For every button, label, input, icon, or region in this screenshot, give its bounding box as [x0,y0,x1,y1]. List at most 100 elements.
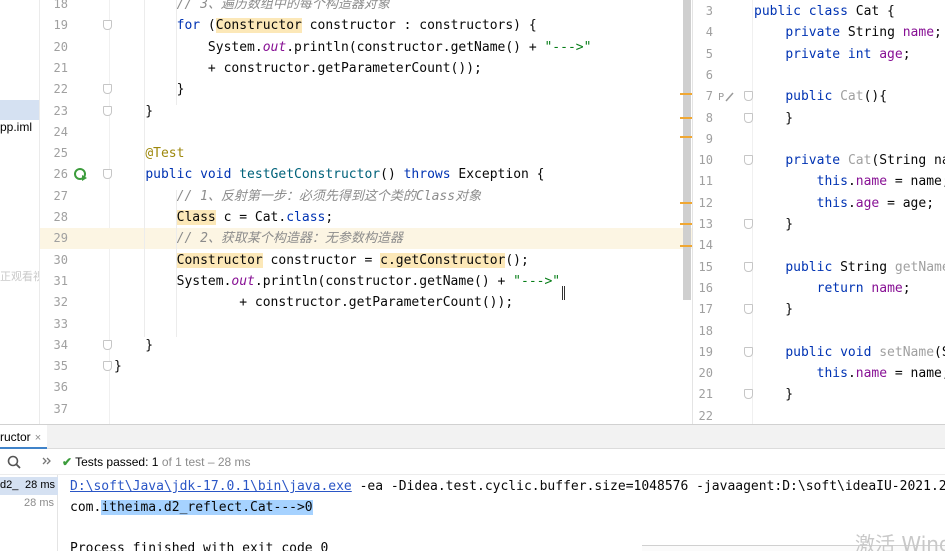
code-text[interactable]: @Test [114,143,184,164]
code-text[interactable]: private int age; [754,44,910,65]
code-line[interactable]: 32 + constructor.getParameterCount()); [40,292,692,313]
code-text[interactable]: + constructor.getParameterCount()); [114,58,482,79]
code-text[interactable]: System.out.println(constructor.getName()… [114,271,561,292]
code-line[interactable]: 29 // 2、获取某个构造器：无参数构造器 [40,228,692,250]
code-text[interactable]: private Cat(String na [754,150,945,171]
code-line[interactable]: 17 } [693,299,945,320]
code-text[interactable]: // 2、获取某个构造器：无参数构造器 [114,228,403,249]
code-line[interactable]: 8 } [693,108,945,129]
code-text[interactable]: } [754,384,793,405]
project-file-label[interactable]: pp.iml [0,120,32,134]
fold-icon[interactable] [103,105,112,116]
code-line[interactable]: 25 @Test [40,143,692,164]
code-text[interactable]: this.name = name; [754,171,945,192]
code-text[interactable]: return name; [754,278,911,299]
fold-icon[interactable] [744,261,753,272]
console-exit-line: Process finished with exit code 0 [70,541,329,551]
code-text[interactable]: + constructor.getParameterCount()); [114,292,513,313]
console-line: D:\soft\Java\jdk-17.0.1\bin\java.exe -ea… [70,476,945,497]
code-line[interactable]: 33 [40,314,692,335]
code-line[interactable]: 26 public void testGetConstructor() thro… [40,164,692,185]
fold-icon[interactable] [744,112,753,123]
code-text[interactable]: for (Constructor constructor : construct… [114,15,537,36]
fold-icon[interactable] [744,155,753,166]
code-text[interactable]: System.out.println(constructor.getName()… [114,37,592,58]
code-text[interactable]: this.age = age; [754,193,934,214]
code-line[interactable]: 15 public String getName [693,257,945,278]
code-line[interactable]: 19 public void setName(S [693,342,945,363]
code-line[interactable]: 19 for (Constructor constructor : constr… [40,15,692,36]
code-line[interactable]: 35} [40,356,692,377]
line-number: 27 [53,188,68,203]
code-line[interactable]: 11 this.name = name; [693,171,945,192]
code-line[interactable]: 10 private Cat(String na [693,150,945,171]
code-text[interactable]: // 1、反射第一步：必须先得到这个类的Class对象 [114,186,481,207]
code-line[interactable]: 13 } [693,214,945,235]
code-line[interactable]: 34 } [40,335,692,356]
fold-icon[interactable] [103,169,112,180]
run-tab[interactable]: ructor × [0,425,48,449]
fold-icon[interactable] [103,361,112,372]
search-icon[interactable] [6,454,22,470]
code-text[interactable]: } [114,101,153,122]
code-text[interactable]: } [114,335,153,356]
code-text[interactable]: public String getName [754,257,945,278]
code-text[interactable]: public class Cat { [754,1,895,22]
code-line[interactable]: 20 this.name = name; [693,363,945,384]
code-text[interactable]: private String name; [754,22,942,43]
code-line[interactable]: 18 // 3、遍历数组中的每个构造器对象 [40,0,692,15]
fold-icon[interactable] [103,20,112,31]
code-text[interactable]: } [114,79,185,100]
code-line[interactable]: 3 public class Cat { [693,1,945,22]
implementation-icon[interactable]: P [718,89,734,103]
fold-icon[interactable] [744,219,753,229]
code-text[interactable]: } [754,214,793,235]
code-text[interactable]: } [754,299,793,320]
fold-icon[interactable] [744,389,753,400]
editor-secondary[interactable]: 3 public class Cat {4 private String name… [692,0,945,424]
code-line[interactable]: 28 Class c = Cat.class; [40,207,692,228]
code-line[interactable]: 24 [40,122,692,143]
line-number: 18 [698,323,713,338]
editor-scrollbar[interactable] [683,0,691,300]
fold-icon[interactable] [744,304,753,315]
code-line[interactable]: 23 } [40,101,692,122]
test-tree-row[interactable]: d2_ 28 ms [0,477,58,495]
expand-icon[interactable] [42,456,52,466]
code-line[interactable]: 37 [40,399,692,420]
code-text[interactable]: // 3、遍历数组中的每个构造器对象 [114,0,390,15]
fold-icon[interactable] [103,339,112,350]
code-line[interactable]: 4 private String name; [693,22,945,43]
code-text[interactable]: Class c = Cat.class; [114,207,333,228]
close-icon[interactable]: × [35,432,41,444]
code-line[interactable]: 22 [693,406,945,424]
run-test-icon[interactable] [74,167,88,181]
code-line[interactable]: 30 Constructor constructor = c.getConstr… [40,250,692,271]
code-line[interactable]: 31 System.out.println(constructor.getNam… [40,271,692,292]
code-line[interactable]: 20 System.out.println(constructor.getNam… [40,37,692,58]
code-text[interactable]: public void setName(S [754,342,945,363]
fold-icon[interactable] [744,91,753,102]
code-text[interactable]: public void testGetConstructor() throws … [114,164,544,185]
code-line[interactable]: 14 [693,235,945,256]
code-line[interactable]: 21 + constructor.getParameterCount()); [40,58,692,79]
code-line[interactable]: 12 this.age = age; [693,193,945,214]
code-line[interactable]: 36 [40,377,692,398]
code-line[interactable]: 21 } [693,384,945,405]
fold-icon[interactable] [103,84,112,95]
code-line[interactable]: 9 [693,129,945,150]
java-exe-link[interactable]: D:\soft\Java\jdk-17.0.1\bin\java.exe [70,479,352,494]
code-line[interactable]: 16 return name; [693,278,945,299]
code-line[interactable]: 18 [693,321,945,342]
code-text[interactable]: public Cat(){ [754,86,887,107]
code-line[interactable]: 27 // 1、反射第一步：必须先得到这个类的Class对象 [40,186,692,207]
code-text[interactable]: } [754,108,793,129]
code-line[interactable]: 5 private int age; [693,44,945,65]
console-output[interactable]: D:\soft\Java\jdk-17.0.1\bin\java.exe -ea… [70,475,945,551]
code-text[interactable]: this.name = name; [754,363,945,384]
code-line[interactable]: 22 } [40,79,692,100]
editor-main[interactable]: 18 // 3、遍历数组中的每个构造器对象 19 for (Constructor… [40,0,692,424]
code-text[interactable]: } [114,356,122,377]
code-line[interactable]: 6 [693,65,945,86]
fold-icon[interactable] [744,346,753,357]
